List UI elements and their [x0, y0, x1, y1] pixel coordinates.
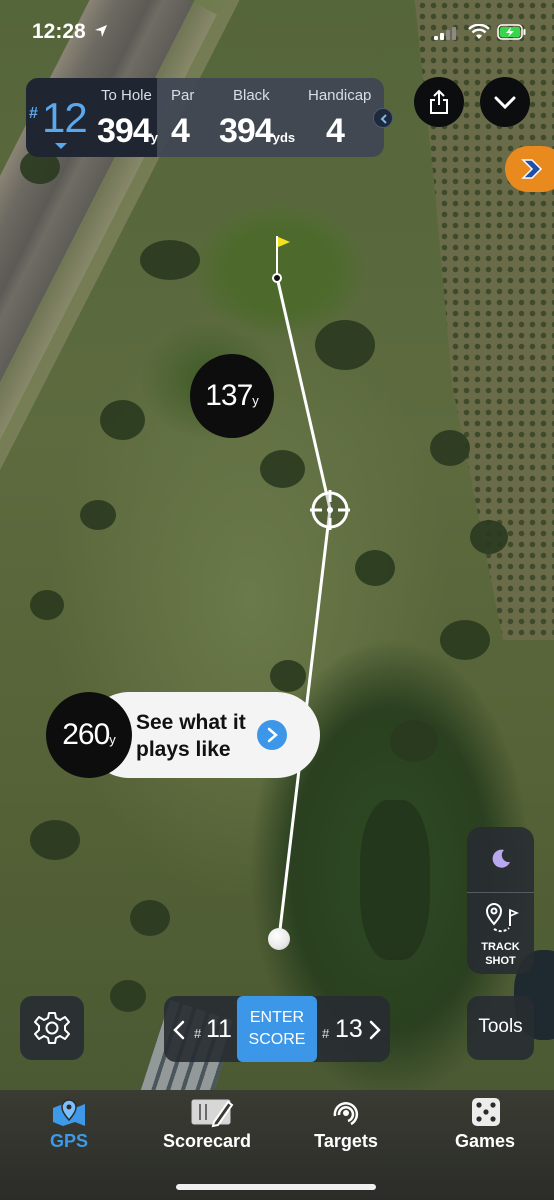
status-bar: 12:28: [0, 0, 554, 60]
enter-score-button[interactable]: ENTER SCORE: [237, 996, 317, 1062]
collapse-button[interactable]: [480, 77, 530, 127]
golf-ball-icon[interactable]: [268, 928, 290, 950]
chevron-left-icon: [380, 114, 387, 124]
chevron-down-icon: [494, 96, 516, 110]
tab-scorecard-label: Scorecard: [162, 1131, 252, 1151]
tab-targets-label: Targets: [314, 1131, 378, 1151]
plays-like-arrow-button[interactable]: [257, 720, 287, 750]
enter-score-line-1: ENTER: [249, 1009, 305, 1026]
hole-number: 12: [42, 94, 88, 141]
battery-charging-icon: [497, 24, 526, 40]
chevron-right-icon: [369, 1020, 381, 1040]
wifi-icon: [468, 24, 490, 39]
next-hole-number: 13: [335, 1015, 363, 1043]
track-shot-label: TRACK SHOT: [467, 940, 534, 968]
map-pin-icon: [53, 1099, 85, 1126]
hole-navigation: # 11 ENTER SCORE # 13: [164, 996, 390, 1062]
chevron-right-icon: [267, 727, 278, 743]
dice-icon: [472, 1098, 500, 1126]
gear-icon: [34, 1012, 70, 1044]
location-arrow-icon: [95, 25, 107, 37]
home-indicator[interactable]: [176, 1184, 376, 1190]
panel-expand-button[interactable]: [373, 108, 393, 128]
plays-like-text: See what it plays like: [136, 709, 276, 763]
prev-hole-hash: #: [194, 1026, 202, 1041]
share-button[interactable]: [414, 77, 464, 127]
share-icon: [430, 89, 448, 114]
track-shot-icon: [485, 903, 519, 933]
next-hole-button[interactable]: # 13: [322, 1014, 388, 1044]
side-tool-stack: TRACK SHOT: [467, 827, 534, 974]
track-shot-label-line-1: TRACK: [481, 941, 520, 953]
chevron-down-icon: [55, 143, 67, 149]
layup-distance-marker[interactable]: 260y: [46, 692, 132, 778]
tab-gps-label: GPS: [49, 1131, 88, 1151]
enter-score-line-2: SCORE: [248, 1031, 306, 1048]
chevron-left-icon: [173, 1020, 185, 1040]
double-chevron-right-icon: [521, 159, 543, 179]
pin-flag-icon: [272, 236, 290, 283]
crosshair-target-icon[interactable]: [310, 490, 350, 530]
target-icon: [333, 1102, 359, 1126]
scorecard-icon: [191, 1099, 234, 1128]
plays-like-line-2: plays like: [136, 738, 231, 761]
tab-targets[interactable]: Targets: [277, 1090, 415, 1160]
tab-games[interactable]: Games: [416, 1090, 554, 1160]
tee-yardage: 394yds: [219, 112, 296, 150]
pin-distance-marker[interactable]: 137y: [190, 354, 274, 438]
track-shot-label-line-2: SHOT: [485, 955, 516, 967]
hole-hash: #: [29, 105, 38, 122]
promo-tab[interactable]: [505, 146, 554, 192]
tools-button[interactable]: Tools: [467, 996, 534, 1060]
tab-scorecard[interactable]: Scorecard: [138, 1090, 276, 1160]
par-value: 4: [171, 112, 190, 150]
night-mode-button[interactable]: [467, 827, 534, 893]
tools-label: Tools: [478, 1016, 523, 1037]
status-time: 12:28: [32, 20, 86, 43]
hole-info-panel[interactable]: # 12 To Hole 394y Par 4 Black 394yds Han…: [26, 78, 384, 157]
cellular-signal-icon: [434, 27, 456, 40]
previous-hole-button[interactable]: # 11: [172, 1014, 238, 1044]
tab-games-label: Games: [454, 1131, 516, 1151]
settings-button[interactable]: [20, 996, 84, 1060]
plays-like-line-1: See what it: [136, 711, 246, 734]
plays-like-callout[interactable]: 260y See what it plays like: [46, 692, 320, 778]
to-hole-value: 394y: [97, 112, 158, 150]
prev-hole-number: 11: [206, 1015, 232, 1043]
handicap-label: Handicap: [308, 87, 372, 104]
next-hole-hash: #: [322, 1026, 330, 1041]
moon-icon: [492, 849, 510, 868]
tab-gps[interactable]: GPS: [0, 1090, 138, 1160]
par-label: Par: [171, 87, 195, 104]
handicap-value: 4: [326, 112, 345, 150]
to-hole-label: To Hole: [101, 87, 152, 104]
track-shot-button[interactable]: TRACK SHOT: [467, 894, 534, 974]
tee-label: Black: [233, 87, 270, 104]
